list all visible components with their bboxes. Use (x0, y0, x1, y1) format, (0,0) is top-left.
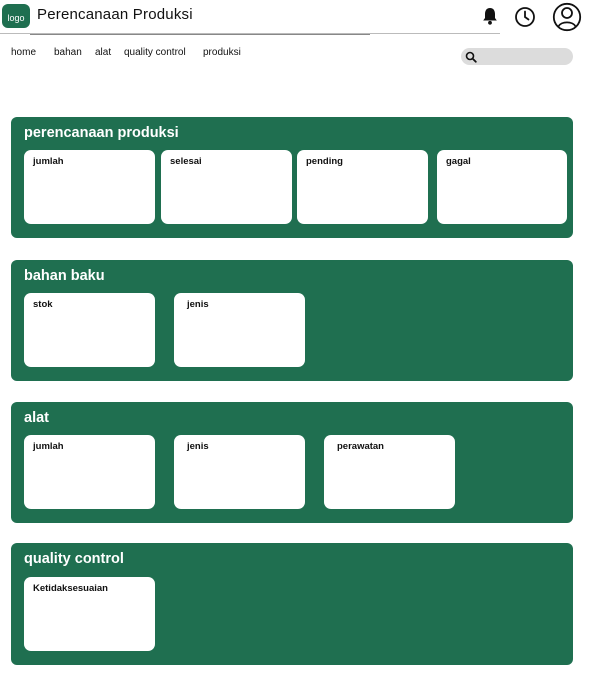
search-icon (465, 51, 477, 63)
section-perencanaan-produksi: perencanaan produksi jumlah selesai pend… (11, 117, 573, 238)
card-jumlah[interactable]: jumlah (24, 435, 155, 509)
logo-text: logo (7, 13, 25, 23)
clock-icon[interactable] (514, 6, 536, 28)
section-title: perencanaan produksi (24, 125, 179, 141)
card-jumlah[interactable]: jumlah (24, 150, 155, 224)
bell-icon[interactable] (480, 6, 500, 26)
nav-item-home[interactable]: home (11, 47, 36, 58)
card-label: pending (306, 156, 343, 167)
nav-item-quality-control[interactable]: quality control (124, 47, 186, 58)
section-title: quality control (24, 551, 124, 567)
card-label: jumlah (33, 156, 64, 167)
card-label: selesai (170, 156, 202, 167)
section-bahan-baku: bahan baku stok jenis (11, 260, 573, 381)
card-ketidaksesuaian[interactable]: Ketidaksesuaian (24, 577, 155, 651)
user-icon[interactable] (552, 2, 582, 32)
card-selesai[interactable]: selesai (161, 150, 292, 224)
nav-item-alat[interactable]: alat (95, 47, 111, 58)
card-perawatan[interactable]: perawatan (324, 435, 455, 509)
card-label: gagal (446, 156, 471, 167)
card-label: jumlah (33, 441, 64, 452)
section-title: alat (24, 410, 49, 426)
section-alat: alat jumlah jenis perawatan (11, 402, 573, 523)
card-label: jenis (187, 441, 209, 452)
header-divider-inner (30, 34, 370, 35)
card-label: perawatan (337, 441, 384, 452)
card-label: stok (33, 299, 53, 310)
section-quality-control: quality control Ketidaksesuaian (11, 543, 573, 665)
nav-item-produksi[interactable]: produksi (203, 47, 241, 58)
logo[interactable]: logo (2, 4, 30, 28)
card-pending[interactable]: pending (297, 150, 428, 224)
card-label: jenis (187, 299, 209, 310)
nav-item-bahan[interactable]: bahan (54, 47, 82, 58)
search-bar[interactable] (461, 48, 573, 67)
card-jenis[interactable]: jenis (174, 293, 305, 367)
card-label: Ketidaksesuaian (33, 583, 108, 594)
card-gagal[interactable]: gagal (437, 150, 567, 224)
card-jenis[interactable]: jenis (174, 435, 305, 509)
card-stok[interactable]: stok (24, 293, 155, 367)
search-input[interactable] (481, 48, 571, 67)
section-title: bahan baku (24, 268, 105, 284)
app-title: Perencanaan Produksi (37, 6, 193, 23)
